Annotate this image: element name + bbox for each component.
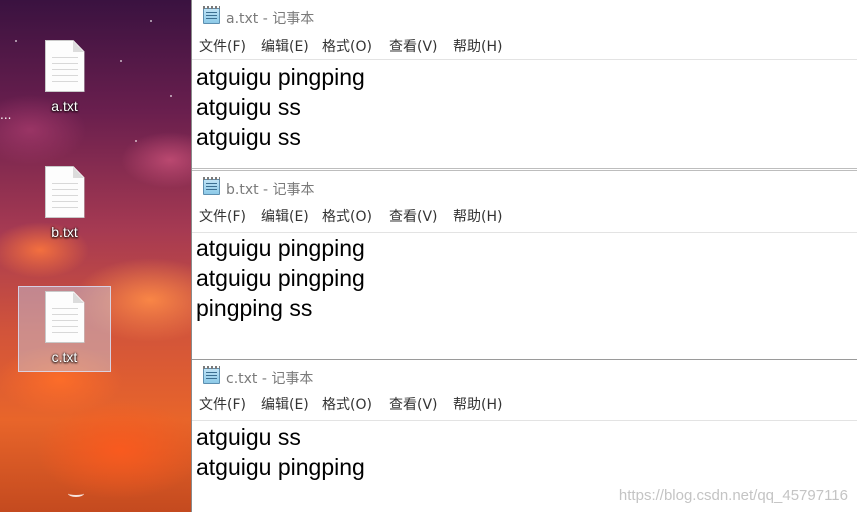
desktop-decoration bbox=[68, 490, 84, 497]
menu-bar: 文件(F) 编辑(E) 格式(O) 查看(V) 帮助(H) bbox=[192, 391, 857, 413]
star bbox=[135, 140, 137, 142]
menu-help[interactable]: 帮助(H) bbox=[453, 394, 502, 414]
menu-edit[interactable]: 编辑(E) bbox=[261, 36, 309, 56]
desktop-icon-label: a.txt bbox=[51, 98, 78, 114]
window-title: c.txt - 记事本 bbox=[226, 371, 314, 387]
notepad-window-c[interactable]: c.txt - 记事本 文件(F) 编辑(E) 格式(O) 查看(V) 帮助(H… bbox=[192, 359, 857, 513]
menu-bar: 文件(F) 编辑(E) 格式(O) 查看(V) 帮助(H) bbox=[192, 33, 857, 55]
desktop-icon-a-txt[interactable]: a.txt bbox=[18, 36, 111, 122]
menu-view[interactable]: 查看(V) bbox=[389, 206, 438, 226]
menu-format[interactable]: 格式(O) bbox=[322, 394, 372, 414]
desktop-icon-label: c.txt bbox=[51, 349, 78, 365]
menu-format[interactable]: 格式(O) bbox=[322, 206, 372, 226]
menu-view[interactable]: 查看(V) bbox=[389, 394, 438, 414]
text-line: pingping ss bbox=[196, 295, 313, 321]
notepad-icon bbox=[203, 6, 220, 24]
text-file-icon bbox=[44, 40, 85, 92]
text-editor[interactable]: atguigu pingping atguigu ss atguigu ss bbox=[192, 59, 857, 169]
text-file-icon bbox=[44, 291, 85, 343]
text-editor[interactable]: atguigu pingping atguigu pingping pingpi… bbox=[192, 232, 857, 359]
menu-view[interactable]: 查看(V) bbox=[389, 36, 438, 56]
watermark: https://blog.csdn.net/qq_45797116 bbox=[618, 487, 848, 504]
title-bar[interactable]: c.txt - 记事本 bbox=[192, 360, 857, 391]
text-line: atguigu ss bbox=[196, 124, 301, 150]
title-bar[interactable]: a.txt - 记事本 bbox=[192, 0, 857, 33]
text-line: atguigu pingping bbox=[196, 265, 365, 291]
notepad-icon bbox=[203, 177, 220, 195]
window-title: a.txt - 记事本 bbox=[226, 11, 315, 27]
notepad-icon bbox=[203, 366, 220, 384]
star bbox=[15, 40, 17, 42]
desktop-icon-label: b.txt bbox=[51, 224, 78, 240]
desktop-edge-ellipsis: ... bbox=[0, 108, 12, 122]
menu-edit[interactable]: 编辑(E) bbox=[261, 394, 309, 414]
notepad-window-a[interactable]: a.txt - 记事本 文件(F) 编辑(E) 格式(O) 查看(V) 帮助(H… bbox=[192, 0, 857, 170]
star bbox=[120, 60, 122, 62]
text-line: atguigu pingping bbox=[196, 454, 365, 480]
menu-bar: 文件(F) 编辑(E) 格式(O) 查看(V) 帮助(H) bbox=[192, 203, 857, 225]
menu-help[interactable]: 帮助(H) bbox=[453, 36, 502, 56]
text-line: atguigu ss bbox=[196, 424, 301, 450]
menu-file[interactable]: 文件(F) bbox=[199, 394, 246, 414]
text-line: atguigu pingping bbox=[196, 64, 365, 90]
desktop: ... a.txt b.txt c.txt bbox=[0, 0, 191, 512]
menu-edit[interactable]: 编辑(E) bbox=[261, 206, 309, 226]
text-line: atguigu pingping bbox=[196, 235, 365, 261]
star bbox=[150, 20, 152, 22]
menu-help[interactable]: 帮助(H) bbox=[453, 206, 502, 226]
text-line: atguigu ss bbox=[196, 94, 301, 120]
menu-file[interactable]: 文件(F) bbox=[199, 36, 246, 56]
desktop-icon-b-txt[interactable]: b.txt bbox=[18, 162, 111, 248]
window-title: b.txt - 记事本 bbox=[226, 182, 315, 198]
text-file-icon bbox=[44, 166, 85, 218]
desktop-icon-c-txt[interactable]: c.txt bbox=[18, 286, 111, 372]
menu-file[interactable]: 文件(F) bbox=[199, 206, 246, 226]
menu-format[interactable]: 格式(O) bbox=[322, 36, 372, 56]
notepad-window-b[interactable]: b.txt - 记事本 文件(F) 编辑(E) 格式(O) 查看(V) 帮助(H… bbox=[192, 170, 857, 359]
title-bar[interactable]: b.txt - 记事本 bbox=[192, 171, 857, 203]
star bbox=[170, 95, 172, 97]
